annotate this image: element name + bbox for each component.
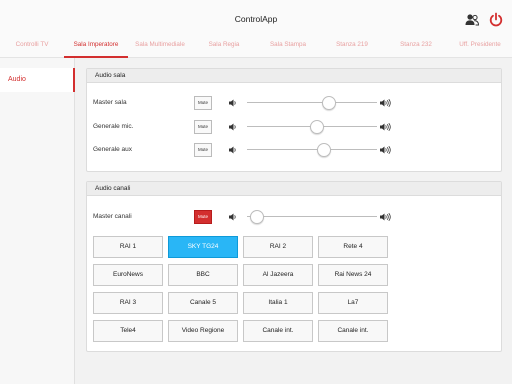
volume-high-icon bbox=[380, 213, 391, 221]
volume-slider[interactable] bbox=[247, 96, 377, 110]
volume-row: Master sala Mute bbox=[87, 96, 503, 112]
sidebar-item-audio[interactable]: Audio bbox=[0, 68, 75, 92]
slider-knob[interactable] bbox=[250, 210, 265, 224]
volume-row: Master canali Mute bbox=[87, 210, 503, 226]
tab-sala-regia[interactable]: Sala Regia bbox=[192, 36, 256, 58]
sidebar: Audio bbox=[0, 58, 75, 384]
volume-high-icon bbox=[380, 146, 391, 154]
slider-knob[interactable] bbox=[321, 96, 336, 110]
tab-sala-imperatore[interactable]: Sala Imperatore bbox=[64, 36, 128, 58]
room-tabs: Controlli TV Sala Imperatore Sala Multim… bbox=[0, 36, 512, 58]
volume-low-icon bbox=[229, 213, 236, 221]
slider-knob[interactable] bbox=[316, 143, 331, 157]
channel-button[interactable]: Al Jazeera bbox=[243, 264, 313, 286]
channel-button[interactable]: Rete 4 bbox=[318, 236, 388, 258]
panel-title: Audio sala bbox=[87, 69, 501, 83]
channel-button[interactable]: SKY TG24 bbox=[168, 236, 238, 258]
tab-stanza-232[interactable]: Stanza 232 bbox=[384, 36, 448, 58]
channel-button[interactable]: RAI 1 bbox=[93, 236, 163, 258]
row-label: Master sala bbox=[93, 99, 127, 106]
channel-button[interactable]: Tele4 bbox=[93, 320, 163, 342]
tab-stanza-219[interactable]: Stanza 219 bbox=[320, 36, 384, 58]
tab-uff-presidente[interactable]: Uff. Presidente bbox=[448, 36, 512, 58]
volume-high-icon bbox=[380, 123, 391, 131]
channel-button[interactable]: Canale 5 bbox=[168, 292, 238, 314]
volume-low-icon bbox=[229, 146, 236, 154]
tab-sala-multimediale[interactable]: Sala Multimediale bbox=[128, 36, 192, 58]
channel-button[interactable]: Italia 1 bbox=[243, 292, 313, 314]
volume-high-icon bbox=[380, 99, 391, 107]
channel-button[interactable]: Video Regione bbox=[168, 320, 238, 342]
panel-title: Audio canali bbox=[87, 182, 501, 196]
row-label: Master canali bbox=[93, 213, 132, 220]
app-title: ControlApp bbox=[234, 14, 278, 24]
row-label: Generale aux bbox=[93, 146, 133, 153]
volume-slider[interactable] bbox=[247, 120, 377, 134]
volume-slider[interactable] bbox=[247, 210, 377, 224]
audio-canali-panel: Audio canali Master canali Mute RAI 1 SK… bbox=[86, 181, 502, 352]
mute-button[interactable]: Mute bbox=[194, 120, 212, 134]
app-header: ControlApp bbox=[0, 0, 512, 36]
audio-sala-panel: Audio sala Master sala Mute Generale mic… bbox=[86, 68, 502, 172]
volume-low-icon bbox=[229, 99, 236, 107]
power-icon[interactable] bbox=[488, 12, 504, 28]
channel-button[interactable]: Canale int. bbox=[318, 320, 388, 342]
volume-slider[interactable] bbox=[247, 143, 377, 157]
channel-button[interactable]: BBC bbox=[168, 264, 238, 286]
slider-knob[interactable] bbox=[310, 120, 325, 134]
channel-button[interactable]: La7 bbox=[318, 292, 388, 314]
volume-row: Generale mic. Mute bbox=[87, 120, 503, 136]
mute-button[interactable]: Mute bbox=[194, 96, 212, 110]
row-label: Generale mic. bbox=[93, 123, 134, 130]
users-icon[interactable] bbox=[464, 12, 480, 28]
mute-button[interactable]: Mute bbox=[194, 143, 212, 157]
channel-button[interactable]: Canale int. bbox=[243, 320, 313, 342]
volume-row: Generale aux Mute bbox=[87, 143, 503, 159]
channel-button[interactable]: RAI 2 bbox=[243, 236, 313, 258]
mute-button[interactable]: Mute bbox=[194, 210, 212, 224]
channel-button[interactable]: Rai News 24 bbox=[318, 264, 388, 286]
tab-controlli-tv[interactable]: Controlli TV bbox=[0, 36, 64, 58]
volume-low-icon bbox=[229, 123, 236, 131]
channel-button[interactable]: EuroNews bbox=[93, 264, 163, 286]
tab-sala-stampa[interactable]: Sala Stampa bbox=[256, 36, 320, 58]
channel-button[interactable]: RAI 3 bbox=[93, 292, 163, 314]
